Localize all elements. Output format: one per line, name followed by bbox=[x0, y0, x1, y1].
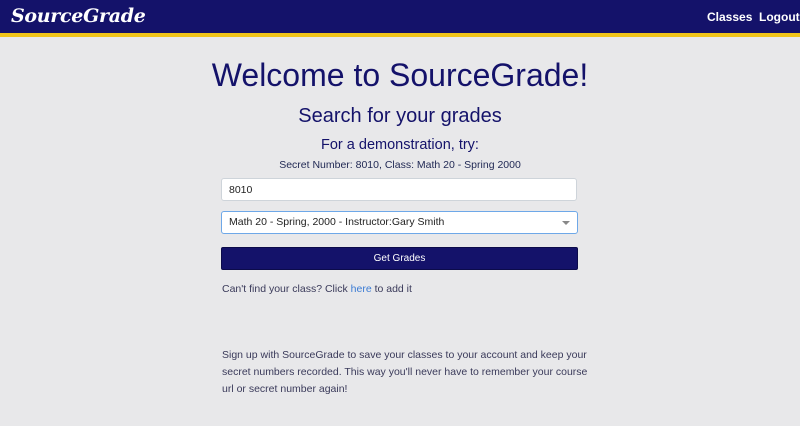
chevron-down-icon bbox=[562, 221, 570, 225]
page-title: Welcome to SourceGrade! bbox=[211, 57, 589, 93]
cant-find-prefix: Can't find your class? Click bbox=[222, 283, 351, 295]
nav-logout-link[interactable]: Logout bbox=[759, 10, 800, 24]
nav-classes-link[interactable]: Classes bbox=[707, 10, 752, 24]
secret-number-input[interactable] bbox=[221, 178, 577, 201]
demo-info: Secret Number: 8010, Class: Math 20 - Sp… bbox=[279, 159, 521, 171]
cant-find-class-text: Can't find your class? Click here to add… bbox=[222, 283, 412, 295]
cant-find-suffix: to add it bbox=[371, 283, 412, 295]
page-subtitle: Search for your grades bbox=[298, 105, 502, 127]
class-select-value: Math 20 - Spring, 2000 - Instructor:Gary… bbox=[229, 216, 445, 228]
add-class-link[interactable]: here bbox=[351, 283, 372, 295]
signup-promo-text: Sign up with SourceGrade to save your cl… bbox=[222, 349, 588, 395]
navbar: SourceGrade Classes Logout bbox=[0, 0, 800, 37]
demo-heading: For a demonstration, try: bbox=[321, 137, 479, 153]
brand-logo[interactable]: SourceGrade bbox=[11, 5, 146, 27]
class-select[interactable]: Math 20 - Spring, 2000 - Instructor:Gary… bbox=[221, 211, 578, 234]
get-grades-button[interactable]: Get Grades bbox=[221, 247, 578, 270]
